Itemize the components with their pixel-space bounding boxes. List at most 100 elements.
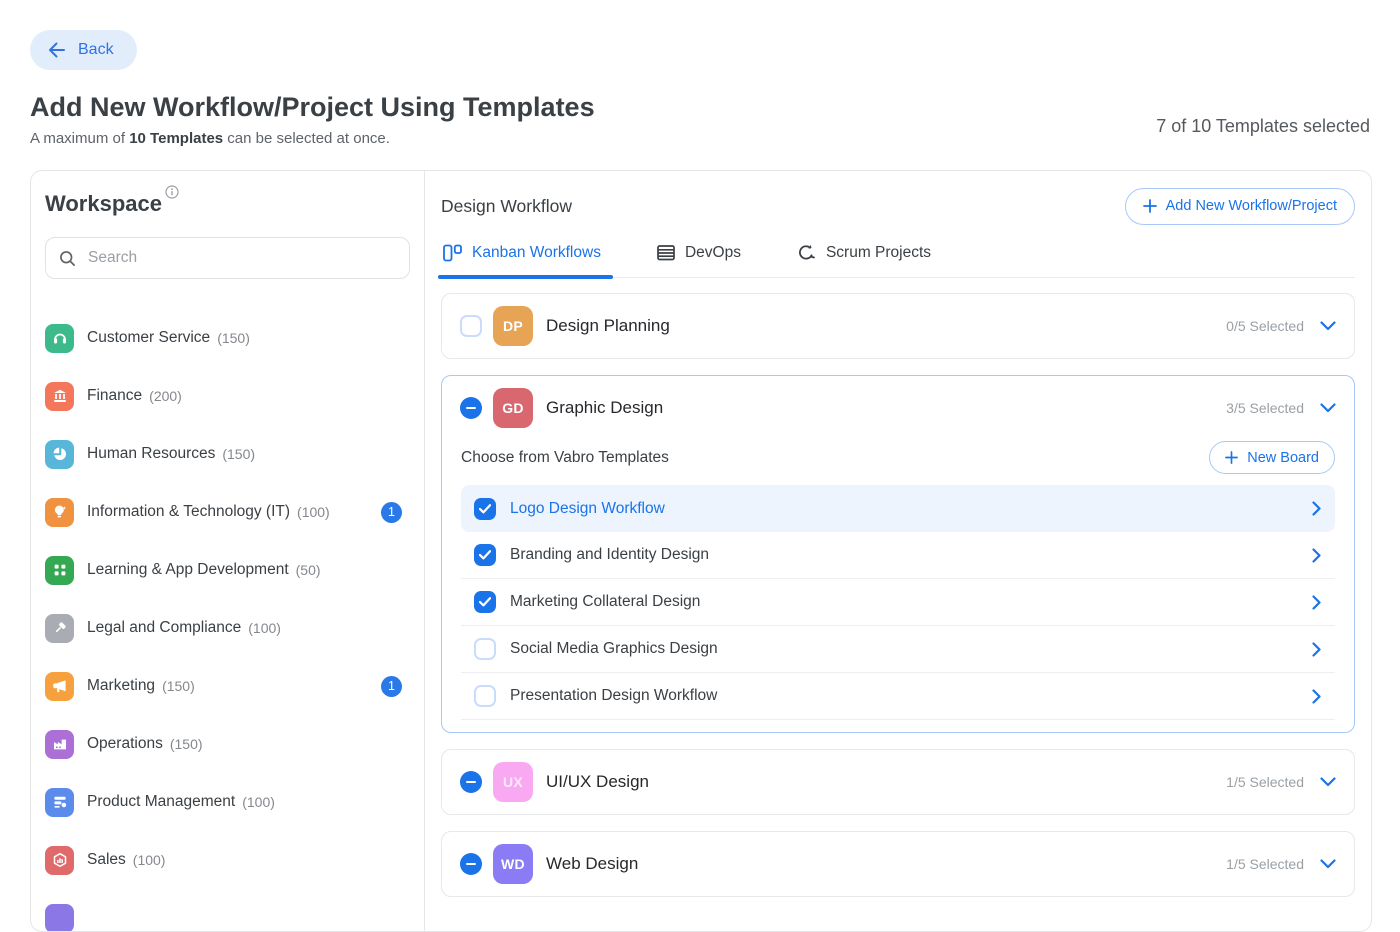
template-row-logo-design[interactable]: Logo Design Workflow (461, 485, 1335, 532)
page-header: Back Add New Workflow/Project Using Temp… (0, 0, 1400, 147)
group-card-uiux-design: UX UI/UX Design 1/5 Selected (441, 749, 1355, 815)
category-label: Operations (87, 735, 163, 753)
template-checkbox-unchecked[interactable] (474, 685, 496, 707)
chevron-right-icon[interactable] (1312, 689, 1322, 704)
group-name: UI/UX Design (546, 772, 649, 792)
group-selected-count: 3/5 Selected (1226, 400, 1304, 416)
scrum-cycle-icon (797, 244, 816, 262)
workspace-title: Workspace (45, 191, 162, 217)
category-count: (150) (162, 678, 195, 694)
sidebar-item-information-technology[interactable]: Information & Technology (IT) (100) 1 (45, 483, 410, 541)
lightbulb-icon (45, 498, 74, 527)
chevron-right-icon[interactable] (1312, 642, 1322, 657)
chevron-down-icon[interactable] (1320, 859, 1336, 869)
group-name: Design Planning (546, 316, 670, 336)
sidebar-item-legal-and-compliance[interactable]: Legal and Compliance (100) (45, 599, 410, 657)
plus-icon (1225, 451, 1238, 464)
check-icon (479, 597, 491, 607)
category-list: Customer Service (150) Finance (200) Hum… (45, 309, 410, 932)
template-checkbox-checked[interactable] (474, 544, 496, 566)
search-box (45, 237, 410, 279)
group-header[interactable]: UX UI/UX Design 1/5 Selected (442, 750, 1354, 814)
sidebar-item-customer-service[interactable]: Customer Service (150) (45, 309, 410, 367)
sidebar-item-partial[interactable] (45, 889, 410, 932)
category-label: Customer Service (87, 329, 210, 347)
chevron-right-icon[interactable] (1312, 595, 1322, 610)
back-button[interactable]: Back (30, 30, 137, 70)
chevron-down-icon[interactable] (1320, 777, 1336, 787)
group-card-web-design: WD Web Design 1/5 Selected (441, 831, 1355, 897)
category-label: Finance (87, 387, 142, 405)
tab-devops[interactable]: DevOps (655, 239, 743, 277)
group-name: Graphic Design (546, 398, 663, 418)
sidebar-item-marketing[interactable]: Marketing (150) 1 (45, 657, 410, 715)
group-header[interactable]: GD Graphic Design 3/5 Selected (442, 376, 1354, 440)
sidebar-item-operations[interactable]: Operations (150) (45, 715, 410, 773)
group-selected-count: 1/5 Selected (1226, 856, 1304, 872)
template-name: Logo Design Workflow (510, 500, 665, 518)
template-row-social-media-graphics[interactable]: Social Media Graphics Design (461, 626, 1335, 673)
chevron-right-icon[interactable] (1312, 501, 1322, 516)
category-count: (100) (248, 620, 281, 636)
group-checkbox-indeterminate[interactable] (460, 397, 482, 419)
group-checkbox-indeterminate[interactable] (460, 771, 482, 793)
back-label: Back (78, 41, 114, 59)
group-header[interactable]: DP Design Planning 0/5 Selected (442, 294, 1354, 358)
plus-icon (1143, 199, 1157, 213)
template-row-presentation-design[interactable]: Presentation Design Workflow (461, 673, 1335, 720)
sidebar-item-finance[interactable]: Finance (200) (45, 367, 410, 425)
category-count: (200) (149, 388, 182, 404)
sidebar-item-learning-app-development[interactable]: Learning & App Development (50) (45, 541, 410, 599)
sidebar-item-human-resources[interactable]: Human Resources (150) (45, 425, 410, 483)
chevron-right-icon[interactable] (1312, 548, 1322, 563)
chevron-down-icon[interactable] (1320, 321, 1336, 331)
search-icon (59, 250, 76, 267)
group-header[interactable]: WD Web Design 1/5 Selected (442, 832, 1354, 896)
megaphone-icon (45, 672, 74, 701)
devops-list-icon (657, 245, 675, 261)
tab-scrum-projects[interactable]: Scrum Projects (795, 239, 933, 277)
group-card-graphic-design: GD Graphic Design 3/5 Selected Choose fr… (441, 375, 1355, 733)
template-checkbox-checked[interactable] (474, 498, 496, 520)
sidebar-item-product-management[interactable]: Product Management (100) (45, 773, 410, 831)
category-label: Learning & App Development (87, 561, 289, 579)
info-icon[interactable] (165, 185, 179, 199)
notification-badge: 1 (381, 502, 402, 523)
factory-icon (45, 730, 74, 759)
template-groups: DP Design Planning 0/5 Selected GD Graph… (441, 293, 1355, 897)
template-name: Social Media Graphics Design (510, 640, 718, 658)
template-name: Marketing Collateral Design (510, 593, 700, 611)
template-checkbox-checked[interactable] (474, 591, 496, 613)
category-label: Marketing (87, 677, 155, 695)
category-count: (150) (170, 736, 203, 752)
category-count: (100) (242, 794, 275, 810)
category-count: (50) (296, 562, 321, 578)
group-badge: WD (493, 844, 533, 884)
new-board-button[interactable]: New Board (1209, 441, 1335, 474)
search-input[interactable] (86, 248, 396, 268)
category-label: Human Resources (87, 445, 215, 463)
template-row-marketing-collateral[interactable]: Marketing Collateral Design (461, 579, 1335, 626)
group-checkbox-unchecked[interactable] (460, 315, 482, 337)
template-row-branding-identity[interactable]: Branding and Identity Design (461, 532, 1335, 579)
sidebar-item-sales[interactable]: Sales (100) (45, 831, 410, 889)
kanban-board-icon (443, 244, 462, 262)
group-name: Web Design (546, 854, 638, 874)
chevron-down-icon[interactable] (1320, 403, 1336, 413)
workspace-sidebar: Workspace Customer Service (150) (31, 171, 425, 931)
hexagon-chart-icon (45, 846, 74, 875)
category-count: (150) (217, 330, 250, 346)
category-label: Sales (87, 851, 126, 869)
group-card-design-planning: DP Design Planning 0/5 Selected (441, 293, 1355, 359)
notification-badge: 1 (381, 676, 402, 697)
category-label: Product Management (87, 793, 235, 811)
group-selected-count: 1/5 Selected (1226, 774, 1304, 790)
tab-kanban-workflows[interactable]: Kanban Workflows (441, 239, 603, 277)
group-checkbox-indeterminate[interactable] (460, 853, 482, 875)
group-badge: DP (493, 306, 533, 346)
add-new-workflow-button[interactable]: Add New Workflow/Project (1125, 188, 1355, 225)
template-checkbox-unchecked[interactable] (474, 638, 496, 660)
selection-summary: 7 of 10 Templates selected (1156, 116, 1370, 137)
category-count: (150) (222, 446, 255, 462)
template-name: Branding and Identity Design (510, 546, 709, 564)
